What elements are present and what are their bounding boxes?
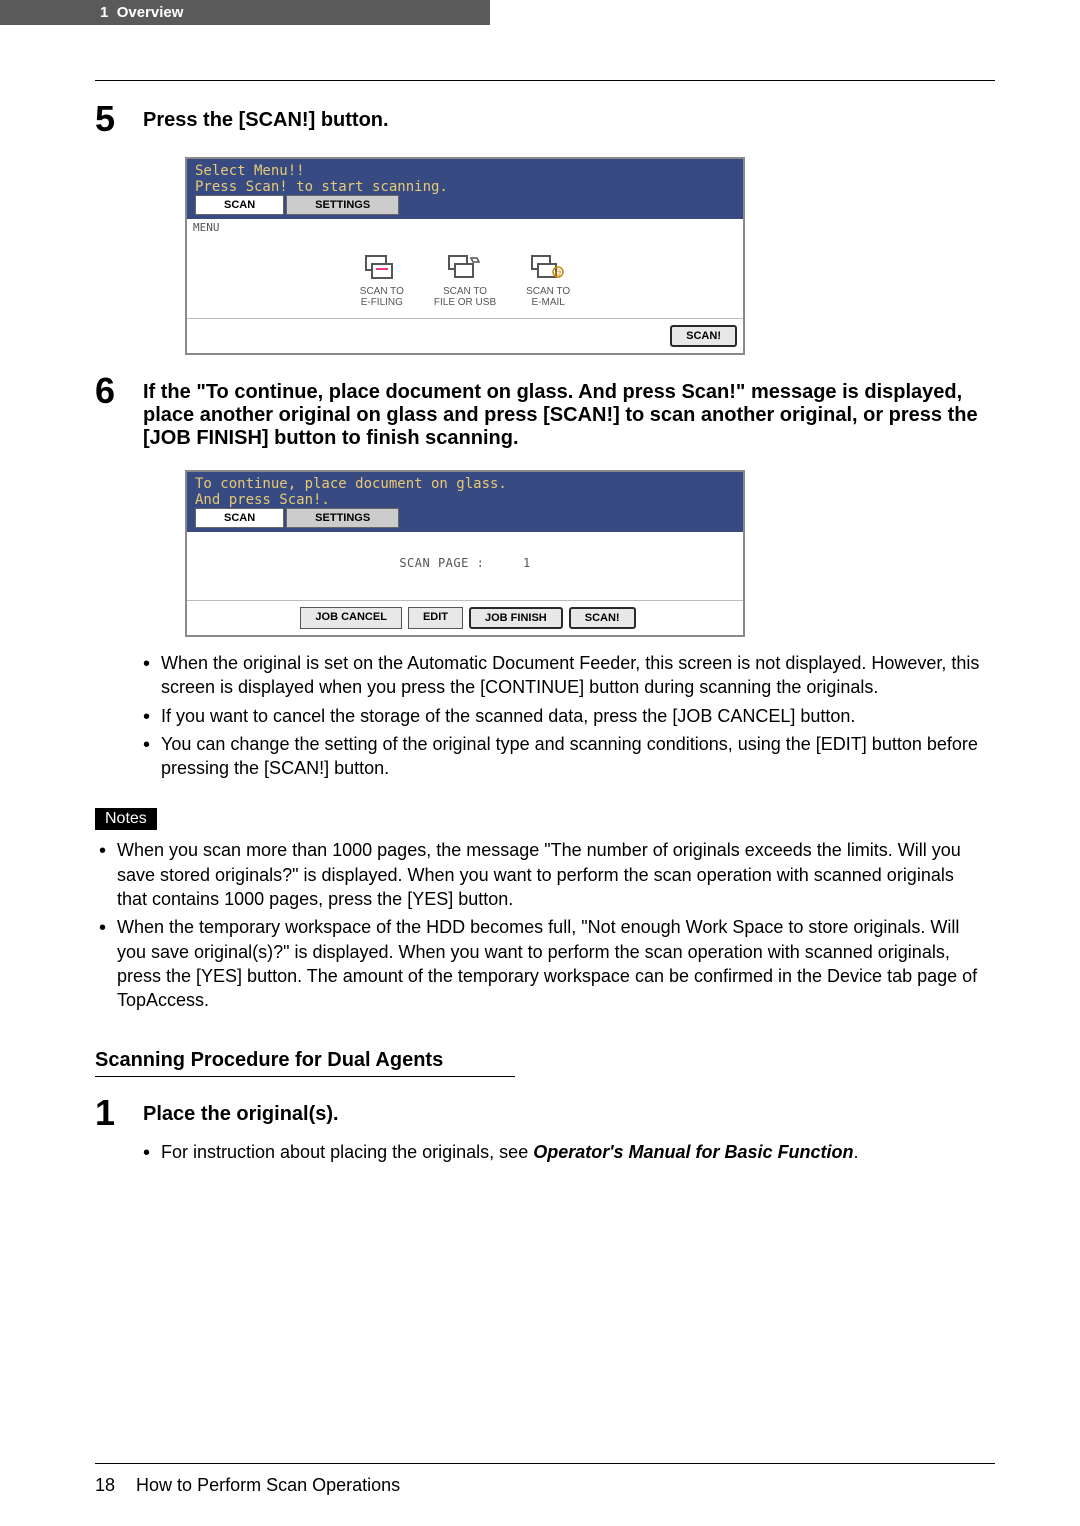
scan-menu-panel: Select Menu!! Press Scan! to start scann…: [185, 157, 745, 355]
scan-tab-2[interactable]: SCAN: [195, 508, 284, 528]
settings-tab[interactable]: SETTINGS: [286, 195, 399, 215]
svg-text:@: @: [555, 270, 562, 277]
step-6: 6 If the "To continue, place document on…: [95, 373, 985, 450]
notes-list: When you scan more than 1000 pages, the …: [95, 838, 985, 1012]
email-icon: @: [530, 254, 566, 284]
top-divider: [95, 80, 995, 81]
dual-agents-heading: Scanning Procedure for Dual Agents: [95, 1049, 985, 1072]
bullet-adf: When the original is set on the Automati…: [143, 651, 985, 700]
step-5-title: Press the [SCAN!] button.: [143, 101, 985, 132]
scan-page-status: SCAN PAGE : 1: [187, 532, 743, 600]
bullet-jobcancel: If you want to cancel the storage of the…: [143, 704, 985, 728]
page-number: 18: [95, 1475, 115, 1495]
step6-bullets: When the original is set on the Automati…: [143, 651, 985, 780]
scan-button-2[interactable]: SCAN!: [569, 607, 636, 629]
job-cancel-button[interactable]: JOB CANCEL: [300, 607, 402, 629]
footer-divider: [95, 1463, 995, 1464]
job-finish-button[interactable]: JOB FINISH: [469, 607, 563, 629]
panel-msg-line1: Select Menu!!: [195, 163, 735, 179]
scan-button[interactable]: SCAN!: [670, 325, 737, 347]
menu-label: MENU: [187, 219, 743, 236]
note-hddfull: When the temporary workspace of the HDD …: [95, 915, 985, 1012]
chapter-title: Overview: [117, 4, 184, 21]
scan-tab[interactable]: SCAN: [195, 195, 284, 215]
step-5: 5 Press the [SCAN!] button.: [95, 101, 985, 137]
panel2-message-area: To continue, place document on glass. An…: [187, 472, 743, 532]
step-number-5: 5: [95, 101, 143, 137]
efiling-icon: [364, 254, 400, 284]
page-header: 1 Overview: [0, 0, 490, 25]
panel-message-area: Select Menu!! Press Scan! to start scann…: [187, 159, 743, 219]
edit-button[interactable]: EDIT: [408, 607, 463, 629]
footer-title: How to Perform Scan Operations: [136, 1475, 400, 1495]
scan-mode-icons: SCAN TO E-FILING SCAN TO FILE OR USB @ S…: [187, 236, 743, 318]
dual-step1-bullet: For instruction about placing the origin…: [143, 1140, 985, 1164]
file-usb-icon: [447, 254, 483, 284]
panel2-msg-line2: And press Scan!.: [195, 492, 735, 508]
note-1000pages: When you scan more than 1000 pages, the …: [95, 838, 985, 911]
step-6-title: If the "To continue, place document on g…: [143, 373, 985, 450]
panel-msg-line2: Press Scan! to start scanning.: [195, 179, 735, 195]
settings-tab-2[interactable]: SETTINGS: [286, 508, 399, 528]
panel2-msg-line1: To continue, place document on glass.: [195, 476, 735, 492]
manual-reference: Operator's Manual for Basic Function: [533, 1142, 853, 1162]
chapter-number: 1: [100, 4, 108, 21]
notes-label: Notes: [95, 808, 157, 830]
page-footer: 18 How to Perform Scan Operations: [95, 1475, 400, 1496]
scan-to-file-usb[interactable]: SCAN TO FILE OR USB: [434, 254, 496, 308]
bullet-edit: You can change the setting of the origin…: [143, 732, 985, 781]
dual-step-number-1: 1: [95, 1095, 143, 1131]
panel-tabs: SCAN SETTINGS: [195, 195, 735, 215]
continue-panel: To continue, place document on glass. An…: [185, 470, 745, 637]
panel2-bottom-bar: JOB CANCEL EDIT JOB FINISH SCAN!: [187, 600, 743, 635]
panel-bottom-bar: SCAN!: [187, 318, 743, 353]
dual-step-1: 1 Place the original(s). For instruction…: [95, 1095, 985, 1168]
dual-step1-title: Place the original(s).: [143, 1095, 985, 1126]
scan-to-efiling[interactable]: SCAN TO E-FILING: [360, 254, 404, 308]
panel2-tabs: SCAN SETTINGS: [195, 508, 735, 528]
step-number-6: 6: [95, 373, 143, 409]
scan-to-email[interactable]: @ SCAN TO E-MAIL: [526, 254, 570, 308]
subheading-divider: [95, 1076, 515, 1077]
